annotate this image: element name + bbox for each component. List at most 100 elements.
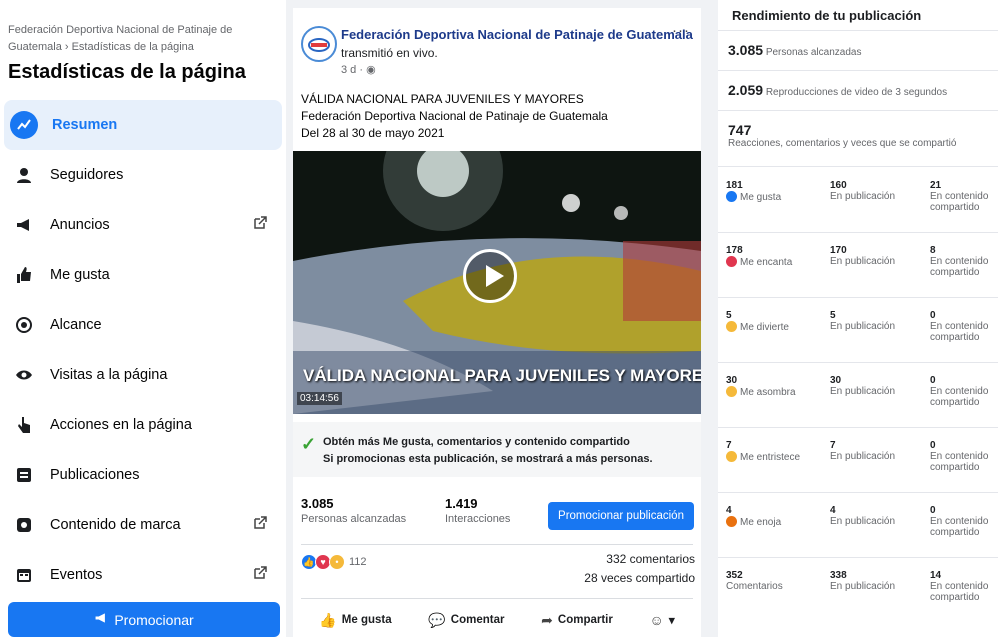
reaction-label: Me asombra xyxy=(740,387,796,398)
in-post-cell: 4 En publicación xyxy=(830,505,920,527)
nav-label: Me gusta xyxy=(50,267,110,283)
reaction-total: 7 xyxy=(726,440,732,451)
nav-label: Contenido de marca xyxy=(50,517,181,533)
reaction-total-cell: 181 Me gusta xyxy=(726,180,821,203)
thumbs-up-icon xyxy=(12,263,36,287)
external-link-icon[interactable] xyxy=(252,215,270,233)
in-shared-cell: 0 En contenido compartido xyxy=(930,375,996,408)
post-count: 7 xyxy=(830,440,836,451)
promote-post-button[interactable]: Promocionar publicación xyxy=(548,502,694,530)
avatar[interactable] xyxy=(301,26,337,62)
post-actions: 👍 Me gusta 💬 Comentar ➦ Compartir ☺ ▾ xyxy=(301,606,693,634)
shared-count: 0 xyxy=(930,310,936,321)
in-post-cell: 160 En publicación xyxy=(830,180,920,202)
more-options-button[interactable]: ··· xyxy=(672,22,690,39)
megaphone-icon xyxy=(12,213,36,237)
divider xyxy=(718,492,998,493)
divider xyxy=(301,598,693,599)
comment-label: Comentar xyxy=(450,614,505,626)
post-time-text: 3 d · xyxy=(341,64,367,76)
thumbs-up-icon: 👍 xyxy=(319,611,337,628)
video-timestamp: 03:14:56 xyxy=(297,392,342,405)
nav-item-publicaciones[interactable]: Publicaciones xyxy=(4,450,282,500)
divider xyxy=(718,557,998,558)
eye-icon xyxy=(12,363,36,387)
reaction-total: 181 xyxy=(726,180,743,191)
share-label: Compartir xyxy=(557,614,613,626)
post-count: 5 xyxy=(830,310,836,321)
chevron-down-icon: ▾ xyxy=(668,615,675,627)
in-post-cell: 338 En publicación xyxy=(830,570,920,592)
reaction-label: Comentarios xyxy=(726,581,783,592)
external-link-icon[interactable] xyxy=(252,515,270,533)
reaction-label: Me gusta xyxy=(740,192,782,203)
reaction-icon xyxy=(726,386,737,397)
play-button[interactable] xyxy=(463,249,517,303)
in-post-cell: 170 En publicación xyxy=(830,245,920,267)
external-link-icon[interactable] xyxy=(252,565,270,583)
nav-item-contenido-marca[interactable]: Contenido de marca xyxy=(4,500,282,550)
in-shared-cell: 0 En contenido compartido xyxy=(930,505,996,538)
interactions-value: 1.419 xyxy=(445,496,478,511)
post-count: 4 xyxy=(830,505,836,516)
page-name-link[interactable]: Federación Deportiva Nacional de Patinaj… xyxy=(341,27,693,42)
divider xyxy=(718,70,998,71)
smiley-icon: ☺ xyxy=(649,612,664,628)
reaction-label: Me entristece xyxy=(740,452,801,463)
reach-value: 3.085 xyxy=(301,496,334,511)
post-count-label: En publicación xyxy=(830,191,896,202)
insights-nav: Resumen Seguidores Anuncios Me gusta Alc… xyxy=(0,100,286,600)
audience-selector[interactable]: ☺ ▾ xyxy=(650,612,675,628)
nav-label: Eventos xyxy=(50,567,103,583)
post-count: 160 xyxy=(830,180,847,191)
post-count: 170 xyxy=(830,245,847,256)
in-post-cell: 5 En publicación xyxy=(830,310,920,332)
shared-count: 0 xyxy=(930,440,936,451)
boost-banner: ✓ Obtén más Me gusta, comentarios y cont… xyxy=(293,422,701,477)
breadcrumb[interactable]: Federación Deportiva Nacional de Patinaj… xyxy=(8,22,258,56)
nav-label: Acciones en la página xyxy=(50,417,192,433)
video-player[interactable]: VÁLIDA NACIONAL PARA JUVENILES Y MAYORES… xyxy=(293,151,701,414)
reaction-summary[interactable]: 👍 ♥ • 112 xyxy=(301,554,367,570)
reached-value: 3.085 xyxy=(728,42,764,58)
nav-item-acciones[interactable]: Acciones en la página xyxy=(4,400,282,450)
nav-label: Visitas a la página xyxy=(50,367,168,383)
in-shared-cell: 0 En contenido compartido xyxy=(930,310,996,343)
reaction-total: 5 xyxy=(726,310,732,321)
shared-count: 0 xyxy=(930,375,936,386)
reaction-total: 352 xyxy=(726,570,743,581)
posts-icon xyxy=(12,463,36,487)
reaction-total: 30 xyxy=(726,375,738,386)
nav-label: Publicaciones xyxy=(50,467,140,483)
share-button[interactable]: ➦ Compartir xyxy=(541,612,613,629)
post-count-label: En publicación xyxy=(830,581,896,592)
shared-count-label: En contenido compartido xyxy=(930,256,989,278)
nav-item-me-gusta[interactable]: Me gusta xyxy=(4,250,282,300)
post-count-label: En publicación xyxy=(830,321,896,332)
divider xyxy=(718,297,998,298)
reaction-total-cell: 30 Me asombra xyxy=(726,375,821,398)
nav-item-resumen[interactable]: Resumen xyxy=(4,100,282,150)
comments-count[interactable]: 332 comentarios xyxy=(606,552,695,566)
like-button[interactable]: 👍 Me gusta xyxy=(319,612,391,629)
nav-item-eventos[interactable]: Eventos xyxy=(4,550,282,600)
post-time[interactable]: 3 d · ◉ xyxy=(341,63,376,76)
nav-item-alcance[interactable]: Alcance xyxy=(4,300,282,350)
promote-button[interactable]: Promocionar xyxy=(8,602,280,637)
boost-subtitle: Si promocionas esta publicación, se most… xyxy=(323,453,653,465)
post-count-label: En publicación xyxy=(830,386,896,397)
comment-button[interactable]: 💬 Comentar xyxy=(428,612,504,629)
nav-item-visitas[interactable]: Visitas a la página xyxy=(4,350,282,400)
reach-label: Personas alcanzadas xyxy=(301,513,407,525)
in-post-cell: 30 En publicación xyxy=(830,375,920,397)
checkmark-icon: ✓ xyxy=(301,434,317,454)
nav-item-seguidores[interactable]: Seguidores xyxy=(4,150,282,200)
reaction-total-cell: 4 Me enoja xyxy=(726,505,821,528)
page-title: Estadísticas de la página xyxy=(8,61,246,83)
reaction-label: Me divierte xyxy=(740,322,789,333)
shares-count[interactable]: 28 veces compartido xyxy=(584,571,695,585)
divider xyxy=(301,544,693,545)
performance-panel: Rendimiento de tu publicación 3.085 Pers… xyxy=(718,0,998,637)
comment-icon: 💬 xyxy=(428,611,446,628)
nav-item-anuncios[interactable]: Anuncios xyxy=(4,200,282,250)
